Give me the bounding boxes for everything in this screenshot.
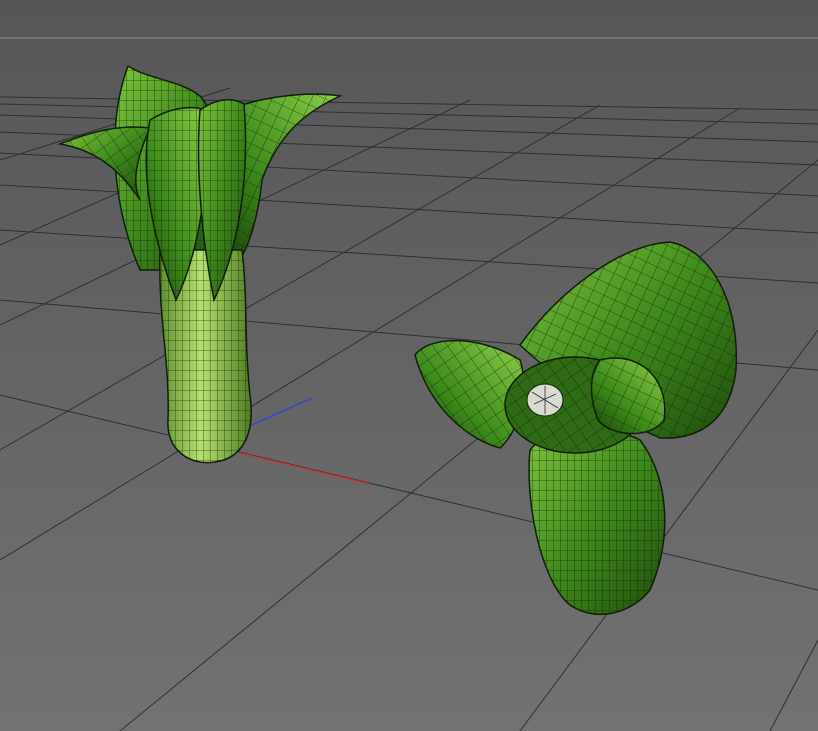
3d-viewport[interactable] bbox=[0, 0, 818, 731]
